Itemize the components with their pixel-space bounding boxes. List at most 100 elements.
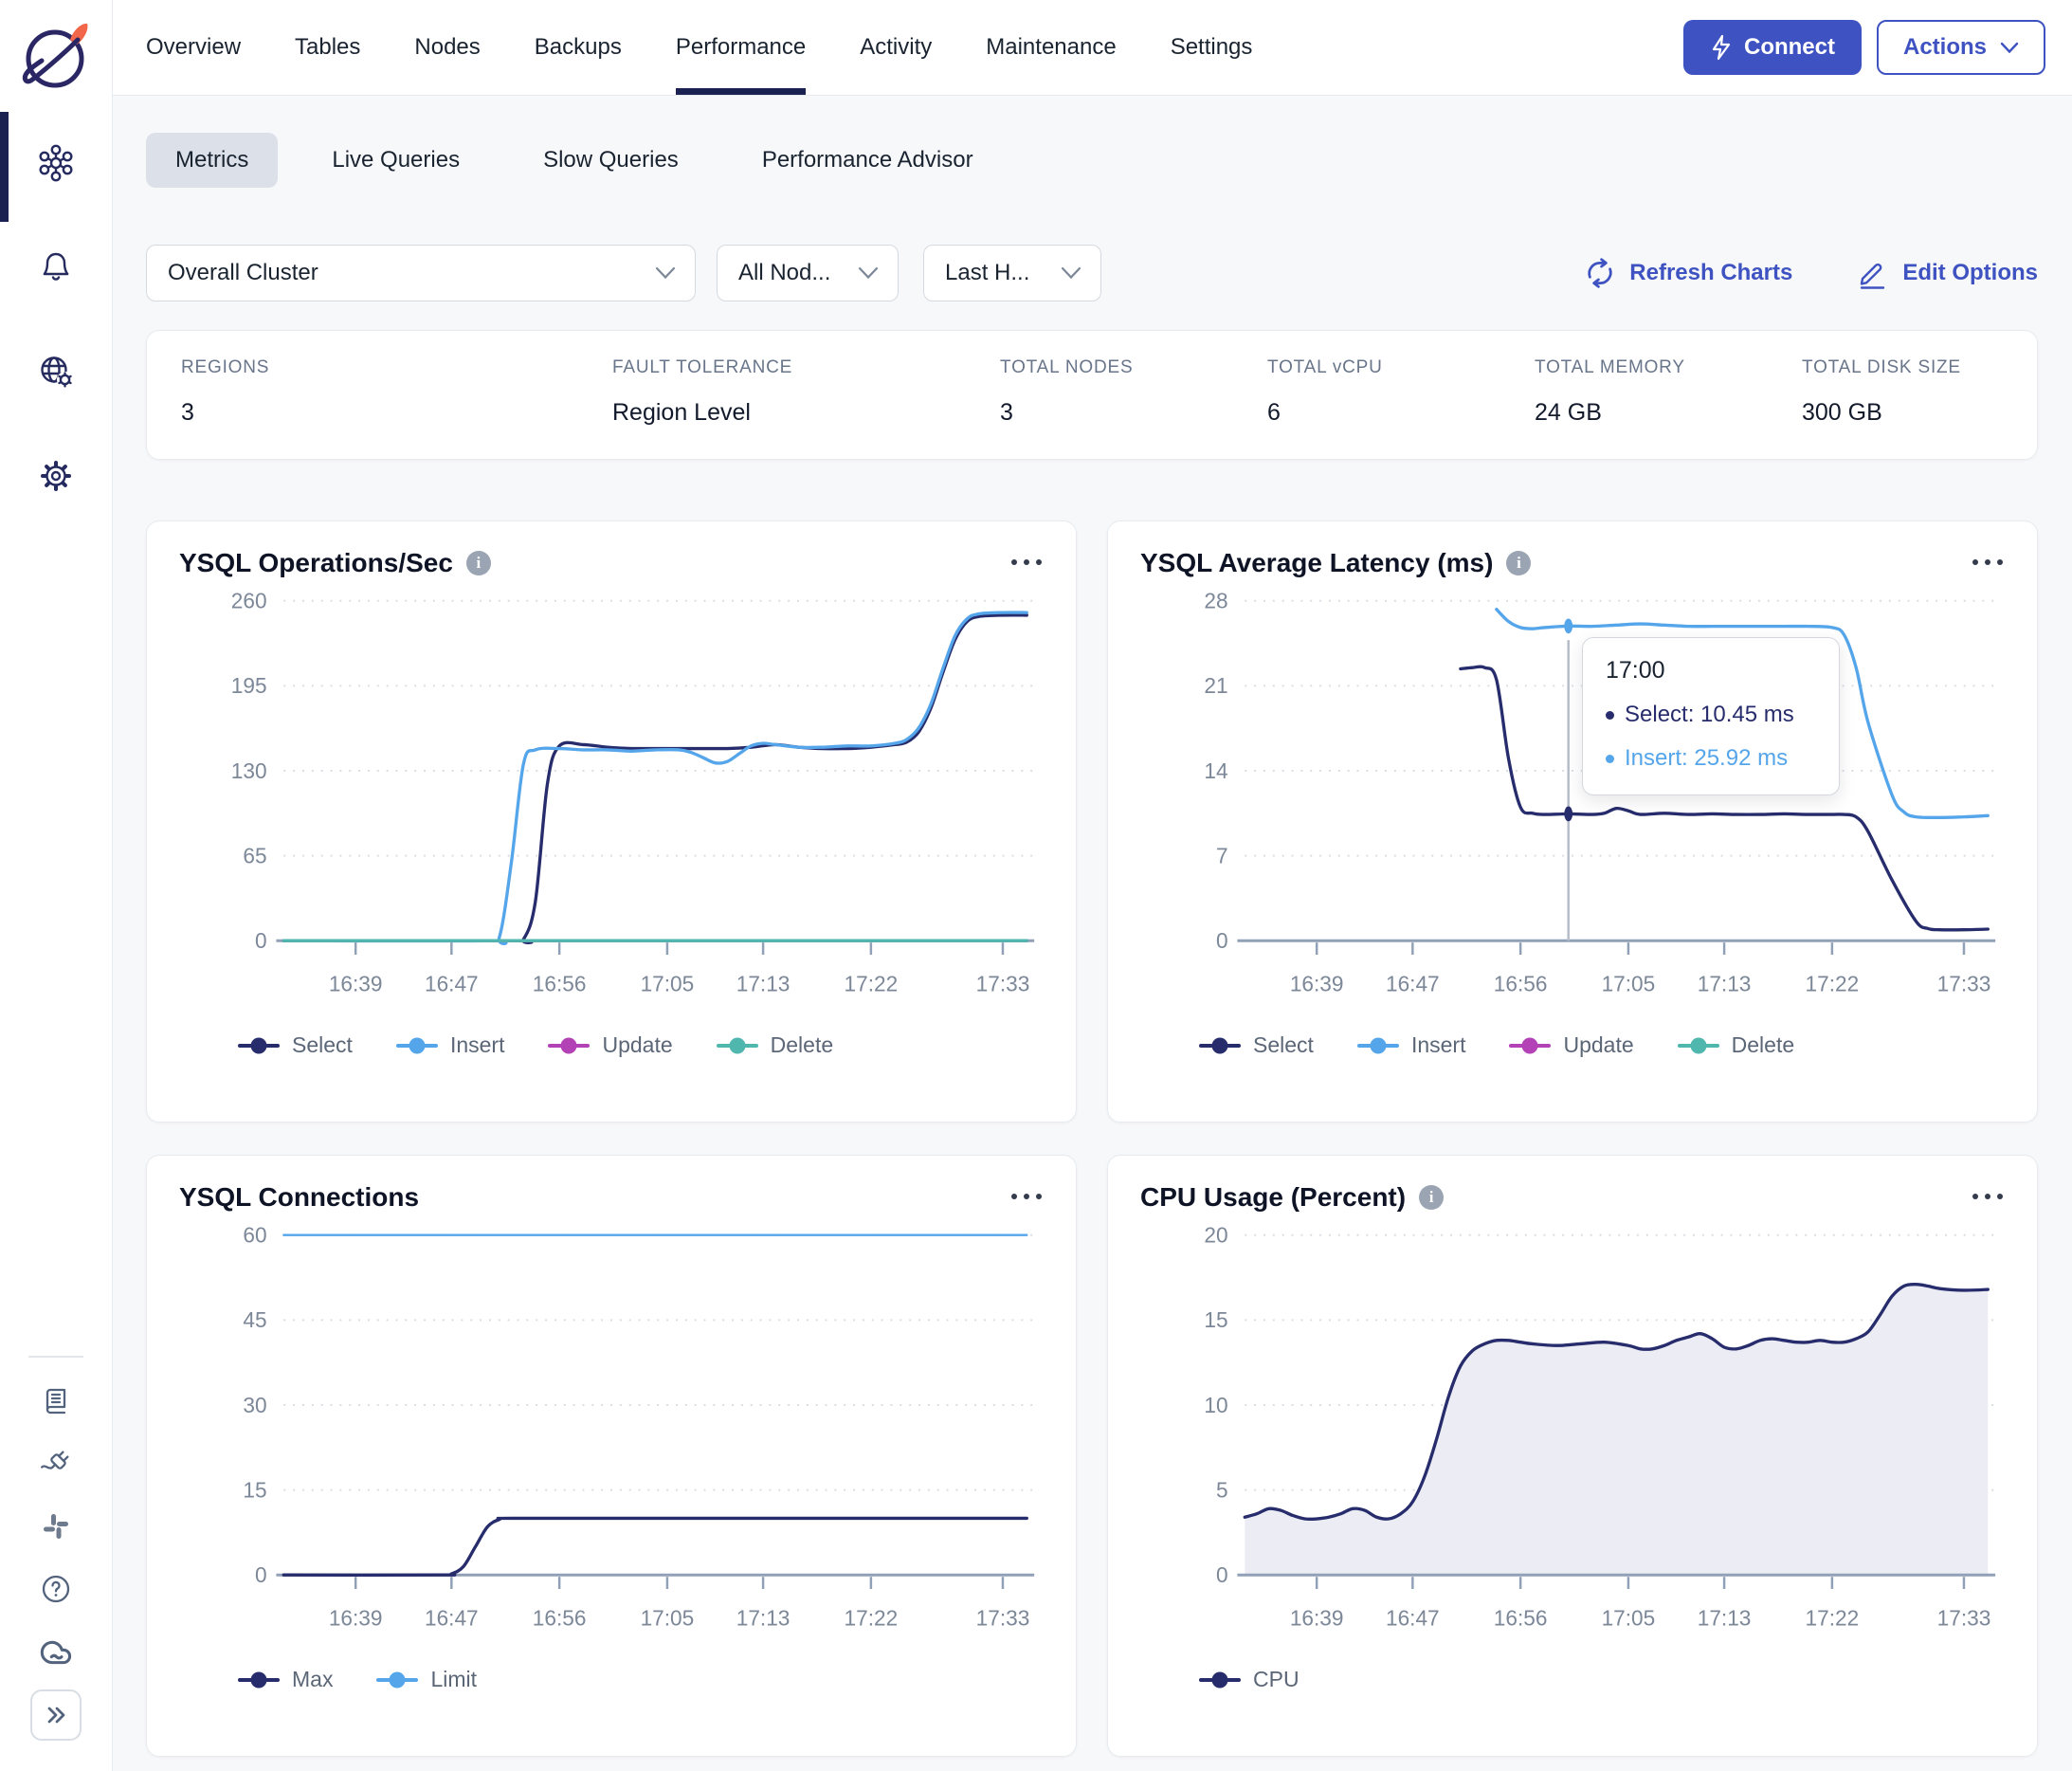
stat-value: 6: [1267, 399, 1281, 426]
svg-text:17:13: 17:13: [736, 971, 791, 995]
bell-icon: [43, 252, 69, 281]
insert-series-dot: [1606, 754, 1614, 763]
stat-label: TOTAL MEMORY: [1535, 357, 1685, 377]
subtab-performance-advisor[interactable]: Performance Advisor: [733, 133, 1003, 188]
svg-text:14: 14: [1204, 758, 1227, 783]
slack-icon: [44, 1514, 68, 1539]
subtab-live-queries[interactable]: Live Queries: [302, 133, 489, 188]
legend-label: Select: [1253, 1032, 1314, 1058]
svg-text:16:56: 16:56: [1494, 971, 1548, 995]
ysql-operations-chart[interactable]: 0 65 130 195 260 16:39 16:47 16:56 17:05 17:13 17:…: [179, 584, 1044, 1006]
expand-sidebar-button[interactable]: [30, 1689, 82, 1741]
legend-item-update: Update: [548, 1032, 673, 1058]
svg-text:17:22: 17:22: [845, 1605, 899, 1630]
refresh-charts-button[interactable]: Refresh Charts: [1584, 257, 1792, 289]
svg-text:5: 5: [1216, 1477, 1228, 1502]
subtab-slow-queries[interactable]: Slow Queries: [514, 133, 708, 188]
sidebar: [0, 0, 113, 1771]
time-range-select[interactable]: Last H...: [923, 245, 1101, 301]
actions-button[interactable]: Actions: [1876, 20, 2045, 75]
chevron-down-icon: [655, 266, 676, 280]
ysql-connections-chart[interactable]: 0 15 30 45 60 16:39 16:47 16:56 17:05 17:13 17:22 1…: [179, 1218, 1044, 1640]
legend-item-select: Select: [1199, 1032, 1314, 1058]
chart-legend: CPU: [1199, 1667, 2005, 1692]
tab-activity[interactable]: Activity: [860, 0, 932, 95]
metrics-filters: Overall Cluster All Nod... Last H... Ref…: [146, 245, 2038, 301]
chart-menu-button[interactable]: [1009, 548, 1044, 576]
svg-text:16:39: 16:39: [329, 971, 383, 995]
legend-marker-icon: [716, 1037, 758, 1054]
edit-options-label: Edit Options: [1902, 260, 2038, 285]
tab-backups[interactable]: Backups: [535, 0, 622, 95]
sidebar-item-integrations[interactable]: [39, 1447, 73, 1481]
cluster-select[interactable]: Overall Cluster: [146, 245, 696, 301]
svg-text:16:56: 16:56: [533, 1605, 587, 1630]
svg-text:30: 30: [243, 1393, 266, 1417]
sidebar-item-slack[interactable]: [39, 1509, 73, 1543]
clusters-icon: [39, 144, 73, 182]
tab-settings[interactable]: Settings: [1171, 0, 1253, 95]
sidebar-item-cloud[interactable]: [39, 1634, 73, 1669]
legend-label: Delete: [1731, 1032, 1795, 1058]
legend-item-limit: Limit: [376, 1667, 477, 1692]
tab-performance[interactable]: Performance: [675, 0, 807, 95]
stat-value: 300 GB: [1802, 399, 1882, 426]
chart-title: YSQL Connections: [179, 1182, 420, 1212]
sidebar-item-help[interactable]: [39, 1572, 73, 1606]
tab-nodes[interactable]: Nodes: [414, 0, 480, 95]
info-icon[interactable]: i: [1419, 1185, 1445, 1210]
chart-menu-button[interactable]: [1009, 1182, 1044, 1211]
legend-label: Update: [602, 1032, 673, 1058]
svg-text:17:05: 17:05: [641, 971, 695, 995]
chart-title: YSQL Operations/Sec: [179, 548, 453, 577]
svg-text:16:39: 16:39: [1290, 971, 1344, 995]
svg-text:15: 15: [1204, 1307, 1227, 1332]
plug-icon: [41, 1451, 69, 1470]
tab-overview[interactable]: Overview: [146, 0, 241, 95]
sidebar-item-clusters[interactable]: [35, 142, 77, 184]
pencil-icon: [1861, 263, 1885, 289]
sidebar-bottom-icons: [39, 1384, 73, 1669]
tab-maintenance[interactable]: Maintenance: [986, 0, 1116, 95]
chart-card-ysql-operations: YSQL Operations/Sec i 0 65 130 195 260 16:39 1…: [146, 520, 1077, 1123]
ysql-latency-chart[interactable]: 0 7 14 21 28 16:39 16:47 16:56 17:05 17:13 17:22 17…: [1140, 584, 2005, 1006]
lightning-bolt-icon: [1712, 34, 1731, 61]
legend-marker-icon: [238, 1671, 280, 1689]
stat-label: REGIONS: [181, 357, 270, 377]
stat-regions: REGIONS 3: [181, 357, 612, 427]
yugabyte-logo[interactable]: [15, 13, 97, 100]
chart-menu-button[interactable]: [1971, 548, 2005, 576]
sidebar-item-network[interactable]: [35, 351, 77, 393]
top-nav: Overview Tables Nodes Backups Performanc…: [113, 0, 2072, 96]
chart-menu-button[interactable]: [1971, 1182, 2005, 1211]
legend-label: Update: [1563, 1032, 1634, 1058]
sidebar-item-docs[interactable]: [39, 1384, 73, 1418]
chart-legend: Select Insert Update Delete: [1199, 1032, 2005, 1058]
chart-legend: Select Insert Update Delete: [238, 1032, 1044, 1058]
connect-button[interactable]: Connect: [1682, 20, 1862, 75]
subtab-metrics[interactable]: Metrics: [146, 133, 279, 188]
svg-text:60: 60: [243, 1223, 266, 1248]
globe-gear-icon: [41, 356, 73, 388]
info-icon[interactable]: i: [1506, 551, 1532, 575]
svg-text:15: 15: [243, 1477, 266, 1502]
legend-marker-icon: [548, 1037, 591, 1054]
svg-text:17:22: 17:22: [1806, 971, 1860, 995]
edit-options-button[interactable]: Edit Options: [1855, 256, 2038, 290]
nodes-select[interactable]: All Nod...: [717, 245, 899, 301]
gear-icon: [41, 461, 71, 491]
cpu-usage-chart[interactable]: 0 5 10 15 20 16:39 16:47 16:56 17:05 17:13 17:22 17…: [1140, 1218, 2005, 1640]
svg-text:16:39: 16:39: [1290, 1605, 1344, 1630]
sidebar-item-alerts[interactable]: [35, 246, 77, 288]
legend-item-insert: Insert: [1356, 1032, 1466, 1058]
stat-total-disk-size: TOTAL DISK SIZE 300 GB: [1802, 357, 2003, 427]
legend-item-insert: Insert: [395, 1032, 504, 1058]
legend-marker-icon: [1199, 1671, 1241, 1689]
chart-tooltip: 17:00 Select: 10.45 ms Insert: 25.92 ms: [1582, 637, 1840, 795]
legend-label: Insert: [1410, 1032, 1466, 1058]
stat-value: 3: [181, 399, 194, 426]
info-icon[interactable]: i: [465, 551, 491, 575]
sidebar-item-settings[interactable]: [35, 455, 77, 497]
tab-tables[interactable]: Tables: [295, 0, 360, 95]
legend-marker-icon: [1509, 1037, 1552, 1054]
